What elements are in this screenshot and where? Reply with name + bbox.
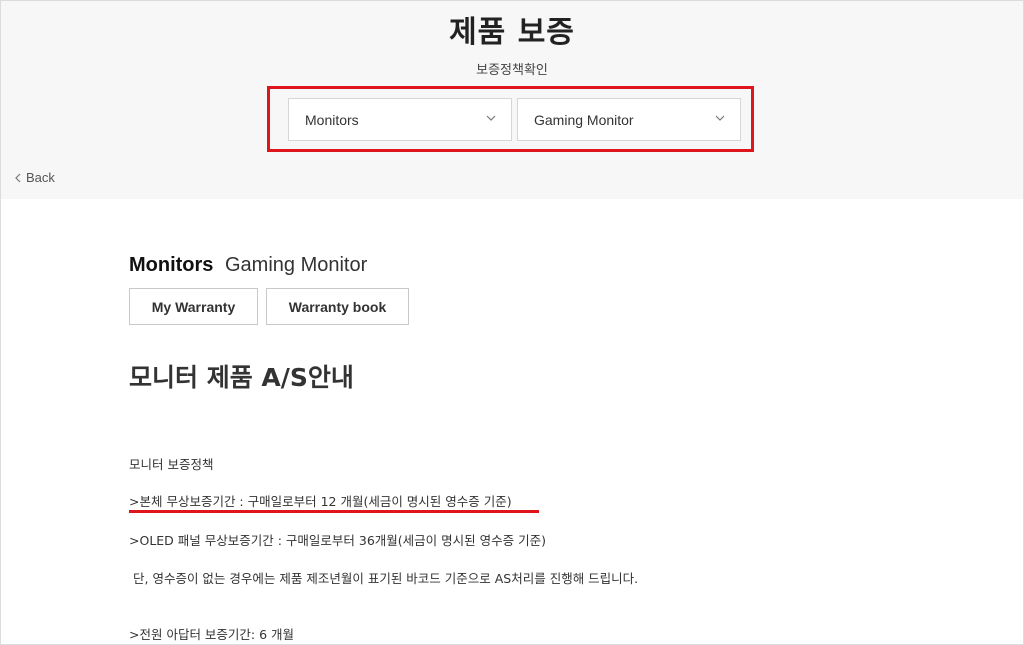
- back-link[interactable]: Back: [14, 170, 55, 185]
- receipt-note: 단, 영수증이 없는 경우에는 제품 제조년월이 표기된 바코드 기준으로 AS…: [133, 571, 639, 586]
- category-select[interactable]: Monitors: [288, 98, 512, 141]
- category-select-value: Monitors: [305, 111, 359, 128]
- chevron-down-icon: [715, 115, 725, 121]
- oled-warranty-text: >OLED 패널 무상보증기간 : 구매일로부터 36개월(세금이 명시된 영수…: [129, 533, 546, 548]
- product-type: Gaming Monitor: [225, 254, 368, 276]
- type-select[interactable]: Gaming Monitor: [517, 98, 741, 141]
- page-title: 제품 보증: [449, 15, 575, 50]
- page-subtitle: 보증정책확인: [476, 63, 548, 78]
- body-warranty-text: >본체 무상보증기간 : 구매일로부터 12 개월(세금이 명시된 영수증 기준…: [129, 494, 512, 509]
- my-warranty-button[interactable]: My Warranty: [129, 288, 258, 325]
- back-label: Back: [26, 170, 55, 185]
- type-select-value: Gaming Monitor: [534, 111, 634, 128]
- warranty-book-button[interactable]: Warranty book: [266, 288, 409, 325]
- chevron-down-icon: [486, 115, 496, 121]
- product-category: Monitors: [129, 254, 214, 276]
- highlight-underline: [129, 510, 539, 513]
- product-heading: Monitors Gaming Monitor: [129, 254, 367, 277]
- adapter-warranty-text: >전원 아답터 보증기간: 6 개월: [129, 627, 295, 642]
- chevron-left-icon: [15, 173, 21, 182]
- section-title: 모니터 제품 A/S안내: [129, 363, 354, 392]
- policy-heading: 모니터 보증정책: [129, 457, 214, 472]
